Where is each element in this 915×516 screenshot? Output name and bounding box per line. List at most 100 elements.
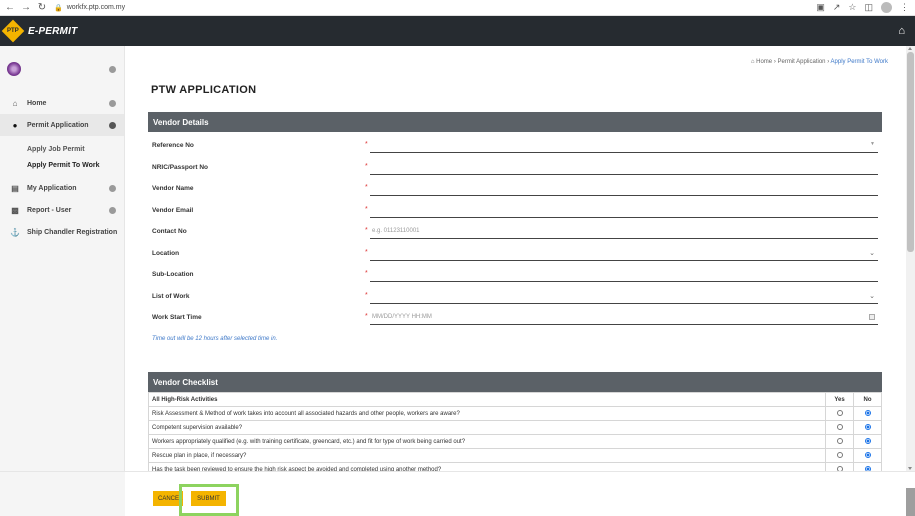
more-options-icon[interactable]: ⋮ [900,2,909,13]
side-panel-icon[interactable]: ◫ [864,2,873,13]
back-arrow-icon[interactable]: ← [4,2,16,14]
form-action-bar [0,471,915,516]
expand-dot-icon [109,184,116,192]
home-icon[interactable]: ⌂ [898,25,905,37]
ptp-logo-icon: PTP [1,19,25,43]
reference-no-select[interactable]: ▼ [370,138,878,153]
page-title: PTW APPLICATION [151,84,257,96]
work-start-time-input[interactable]: MM/DD/YYYY HH:MM [370,310,878,325]
vendor-checklist-heading: Vendor Checklist [148,372,882,392]
contact-no-input[interactable]: e.g. 01123110001 [370,224,878,239]
field-vendor-name: Vendor Name * [148,179,882,201]
app-title: E-PERMIT [28,25,78,37]
sidebar-subitem-label: Apply Job Permit [27,145,85,153]
calendar-icon[interactable] [869,314,875,320]
scrollbar-thumb[interactable] [907,52,914,252]
browser-toolbar: ← → ↻ 🔒 workfx.ptp.com.my ▣ ↗ ☆ ◫ ⋮ [0,0,915,16]
list-of-work-select[interactable]: ⌄ [370,289,878,304]
circle-icon: ● [12,120,18,130]
sidebar-footer [0,472,125,516]
time-out-note: Time out will be 12 hours after selected… [152,336,278,342]
breadcrumb-permit-application[interactable]: Permit Application [777,59,825,65]
sidebar-item-label: Home [27,99,47,107]
document-icon: ▤ [11,183,19,193]
scroll-up-arrow-icon[interactable] [908,47,912,50]
home-icon: ⌂ [750,59,755,65]
sidebar-item-label: Report - User [27,206,72,214]
yes-radio[interactable] [836,452,843,459]
main-content: ⌂ Home › Permit Application › Apply Perm… [126,46,906,471]
required-mark: * [365,162,368,170]
footer-scroll-strip [906,488,915,516]
install-app-icon[interactable]: ▣ [816,2,825,13]
browser-actions: ▣ ↗ ☆ ◫ ⋮ [816,2,909,13]
chart-icon: ▩ [11,205,19,215]
sidebar-collapse-button[interactable] [109,65,116,73]
sidebar-item-home[interactable]: ⌂ Home [0,92,124,114]
scroll-down-arrow-icon[interactable] [908,467,912,470]
url-text: workfx.ptp.com.my [66,4,126,11]
yes-radio[interactable] [836,424,843,431]
checklist-question: Workers appropriately qualified (e.g. wi… [148,434,826,449]
required-mark: * [365,227,368,234]
nric-passport-input[interactable] [370,160,878,175]
field-reference-no: Reference No * ▼ [148,136,882,158]
expand-dot-icon [109,121,116,129]
sidebar-item-label: My Application [27,184,77,192]
bookmark-star-icon[interactable]: ☆ [848,2,856,13]
required-mark: * [365,184,368,191]
page-scrollbar[interactable] [906,46,915,471]
field-contact-no: Contact No * e.g. 01123110001 [148,222,882,244]
field-sub-location: Sub-Location * [148,265,882,287]
no-radio[interactable] [864,424,871,431]
sidebar-item-my-application[interactable]: ▤ My Application [0,177,124,199]
column-header: All High-Risk Activities [148,392,826,407]
expand-dot-icon [109,99,116,107]
checklist-question: Has the task been reviewed to ensure the… [148,462,826,471]
work-start-time-placeholder: MM/DD/YYYY HH:MM [372,314,432,320]
table-row: Has the task been reviewed to ensure the… [148,462,882,471]
vendor-details-form: Reference No * ▼ NRIC/Passport No * Vend… [148,136,882,330]
forward-arrow-icon[interactable]: → [20,2,32,14]
field-label: Sub-Location [152,271,194,278]
vendor-name-input[interactable] [370,181,878,196]
yes-radio[interactable] [836,410,843,417]
no-radio[interactable] [864,438,871,445]
sidebar-subitem-apply-permit-to-work[interactable]: Apply Permit To Work [0,157,124,173]
share-icon[interactable]: ↗ [833,2,841,13]
submit-button[interactable]: SUBMIT [191,491,226,506]
required-mark: * [365,248,368,256]
sidebar-subitem-apply-job-permit[interactable]: Apply Job Permit [0,141,124,157]
field-label: NRIC/Passport No [152,163,208,171]
column-header: No [853,392,882,407]
ship-icon: ⚓ [10,227,20,237]
table-header-row: All High-Risk Activities Yes No [148,392,882,407]
sidebar-item-report-user[interactable]: ▩ Report - User [0,199,124,221]
field-label: Reference No [152,142,194,149]
field-label: Vendor Email [152,206,194,214]
sidebar-item-label: Ship Chandler Registration [27,228,118,236]
address-bar[interactable]: 🔒 workfx.ptp.com.my [54,2,814,14]
profile-avatar-icon[interactable] [881,2,892,13]
sidebar-subitem-label: Apply Permit To Work [27,161,100,169]
table-row: Workers appropriately qualified (e.g. wi… [148,434,882,449]
sidebar-item-ship-chandler-registration[interactable]: ⚓ Ship Chandler Registration [0,221,124,243]
reload-icon[interactable]: ↻ [36,2,48,14]
chevron-down-icon: ⌄ [869,249,875,257]
cancel-button[interactable]: CANCEL [153,491,183,506]
chevron-down-icon: ⌄ [869,292,875,300]
table-row: Competent supervision available? [148,420,882,435]
caret-down-icon: ▼ [870,141,875,147]
sidebar-item-permit-application[interactable]: ● Permit Application [0,114,124,136]
vendor-email-input[interactable] [370,203,878,218]
breadcrumb-home[interactable]: Home [756,59,772,65]
sidebar: ⌂ Home ● Permit Application Apply Job Pe… [0,46,125,516]
yes-radio[interactable] [836,438,843,445]
field-nric-passport: NRIC/Passport No * [148,158,882,180]
location-select[interactable]: ⌄ [370,246,878,261]
required-mark: * [365,205,368,213]
contact-no-placeholder: e.g. 01123110001 [372,228,420,234]
sub-location-input[interactable] [370,267,878,282]
no-radio[interactable] [864,410,871,417]
no-radio[interactable] [864,452,871,459]
